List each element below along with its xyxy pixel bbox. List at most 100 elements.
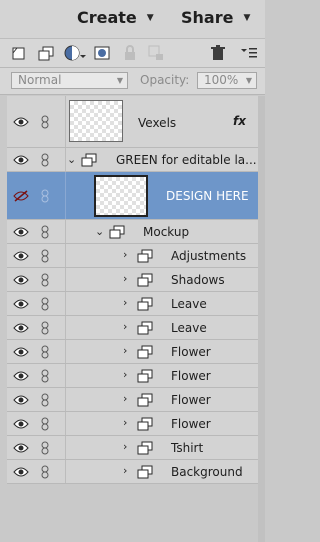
blend-mode-select[interactable]: Normal ▼ [11,72,128,89]
link-icon[interactable] [41,249,49,263]
link-icon[interactable] [41,273,49,287]
layer-row[interactable]: › Leave [7,292,258,316]
eye-icon[interactable] [13,298,29,310]
chevron-right-icon[interactable]: › [123,368,127,381]
eye-icon[interactable] [13,154,29,166]
layer-row-green-group[interactable]: ⌄ GREEN for editable la... [7,148,258,172]
create-button[interactable]: Create ▼ [77,8,154,27]
link-icon[interactable] [41,393,49,407]
eye-icon[interactable] [13,226,29,238]
chevron-right-icon[interactable]: › [123,440,127,453]
layer-name[interactable]: Flower [171,369,211,383]
eye-icon[interactable] [13,442,29,454]
chevron-right-icon[interactable]: › [123,344,127,357]
mask-icon[interactable] [94,45,110,61]
group-icon [137,297,153,311]
link-icon[interactable] [41,345,49,359]
divider [65,364,66,387]
chevron-down-icon: ▼ [245,76,252,85]
new-layer-icon[interactable] [11,45,27,61]
layer-row[interactable]: › Shadows [7,268,258,292]
eye-icon[interactable] [13,394,29,406]
trash-icon[interactable] [210,45,226,61]
group-icon [137,441,153,455]
link-icon[interactable] [41,321,49,335]
layer-row[interactable]: › Flower [7,340,258,364]
eye-icon[interactable] [13,250,29,262]
eye-icon[interactable] [13,346,29,358]
link-icon[interactable] [41,297,49,311]
layer-name[interactable]: Flower [171,345,211,359]
layer-name[interactable]: DESIGN HERE [166,189,249,203]
eye-icon[interactable] [13,418,29,430]
divider [65,316,66,339]
layer-name[interactable]: Adjustments [171,249,246,263]
layer-name[interactable]: Vexels [138,116,176,130]
layer-name[interactable]: Mockup [143,225,189,239]
link-icon[interactable] [41,115,49,129]
adjustment-layer-icon[interactable] [64,45,86,61]
layer-name[interactable]: Background [171,465,243,479]
layer-name[interactable]: Leave [171,321,207,335]
share-label: Share [181,8,234,27]
eye-hidden-icon[interactable] [13,190,29,202]
group-icon [137,321,153,335]
new-group-icon[interactable] [38,45,54,61]
link-icon[interactable] [41,369,49,383]
layer-row-vexels[interactable]: Vexels fx [7,96,258,148]
layer-row[interactable]: › Flower [7,364,258,388]
layer-name[interactable]: Tshirt [171,441,203,455]
link-icon[interactable] [41,153,49,167]
group-icon [137,249,153,263]
eye-icon[interactable] [13,370,29,382]
lock-all-icon[interactable] [148,45,164,61]
eye-icon[interactable] [13,466,29,478]
layer-name[interactable]: Flower [171,417,211,431]
scrollbar[interactable] [258,96,265,542]
layer-row-mockup[interactable]: ⌄ Mockup [7,220,258,244]
chevron-right-icon[interactable]: › [123,392,127,405]
divider [65,340,66,363]
layer-row-design-here[interactable]: DESIGN HERE [7,172,258,220]
chevron-down-icon: ▼ [146,12,154,23]
link-icon[interactable] [41,441,49,455]
link-icon[interactable] [41,465,49,479]
divider [65,220,66,243]
eye-icon[interactable] [13,274,29,286]
fx-icon[interactable]: fx [233,114,246,128]
link-icon[interactable] [41,417,49,431]
eye-icon[interactable] [13,322,29,334]
chevron-right-icon[interactable]: › [123,320,127,333]
layer-row[interactable]: › Background [7,460,258,484]
top-bar: Create ▼ Share ▼ [0,0,265,39]
opacity-select[interactable]: 100% ▼ [197,72,257,89]
layer-name[interactable]: Leave [171,297,207,311]
eye-icon[interactable] [13,116,29,128]
layer-row[interactable]: › Flower [7,412,258,436]
layer-row[interactable]: › Flower [7,388,258,412]
divider [65,172,66,219]
share-button[interactable]: Share ▼ [181,8,250,27]
chevron-right-icon[interactable]: › [123,416,127,429]
divider [65,148,66,171]
chevron-right-icon[interactable]: › [123,296,127,309]
chevron-right-icon[interactable]: › [123,464,127,477]
layer-name[interactable]: GREEN for editable la... [116,153,257,167]
chevron-down-icon[interactable]: ⌄ [67,153,76,166]
panel-menu-icon[interactable] [240,45,258,61]
layer-row[interactable]: › Adjustments [7,244,258,268]
chevron-down-icon[interactable]: ⌄ [95,225,104,238]
layer-row[interactable]: › Leave [7,316,258,340]
create-label: Create [77,8,137,27]
link-icon[interactable] [41,225,49,239]
chevron-right-icon[interactable]: › [123,248,127,261]
chevron-right-icon[interactable]: › [123,272,127,285]
lock-icon[interactable] [122,45,138,61]
layer-name[interactable]: Flower [171,393,211,407]
layer-name[interactable]: Shadows [171,273,225,287]
layer-row[interactable]: › Tshirt [7,436,258,460]
link-icon[interactable] [41,189,49,203]
chevron-down-icon: ▼ [116,76,123,85]
divider [65,388,66,411]
divider [65,244,66,267]
